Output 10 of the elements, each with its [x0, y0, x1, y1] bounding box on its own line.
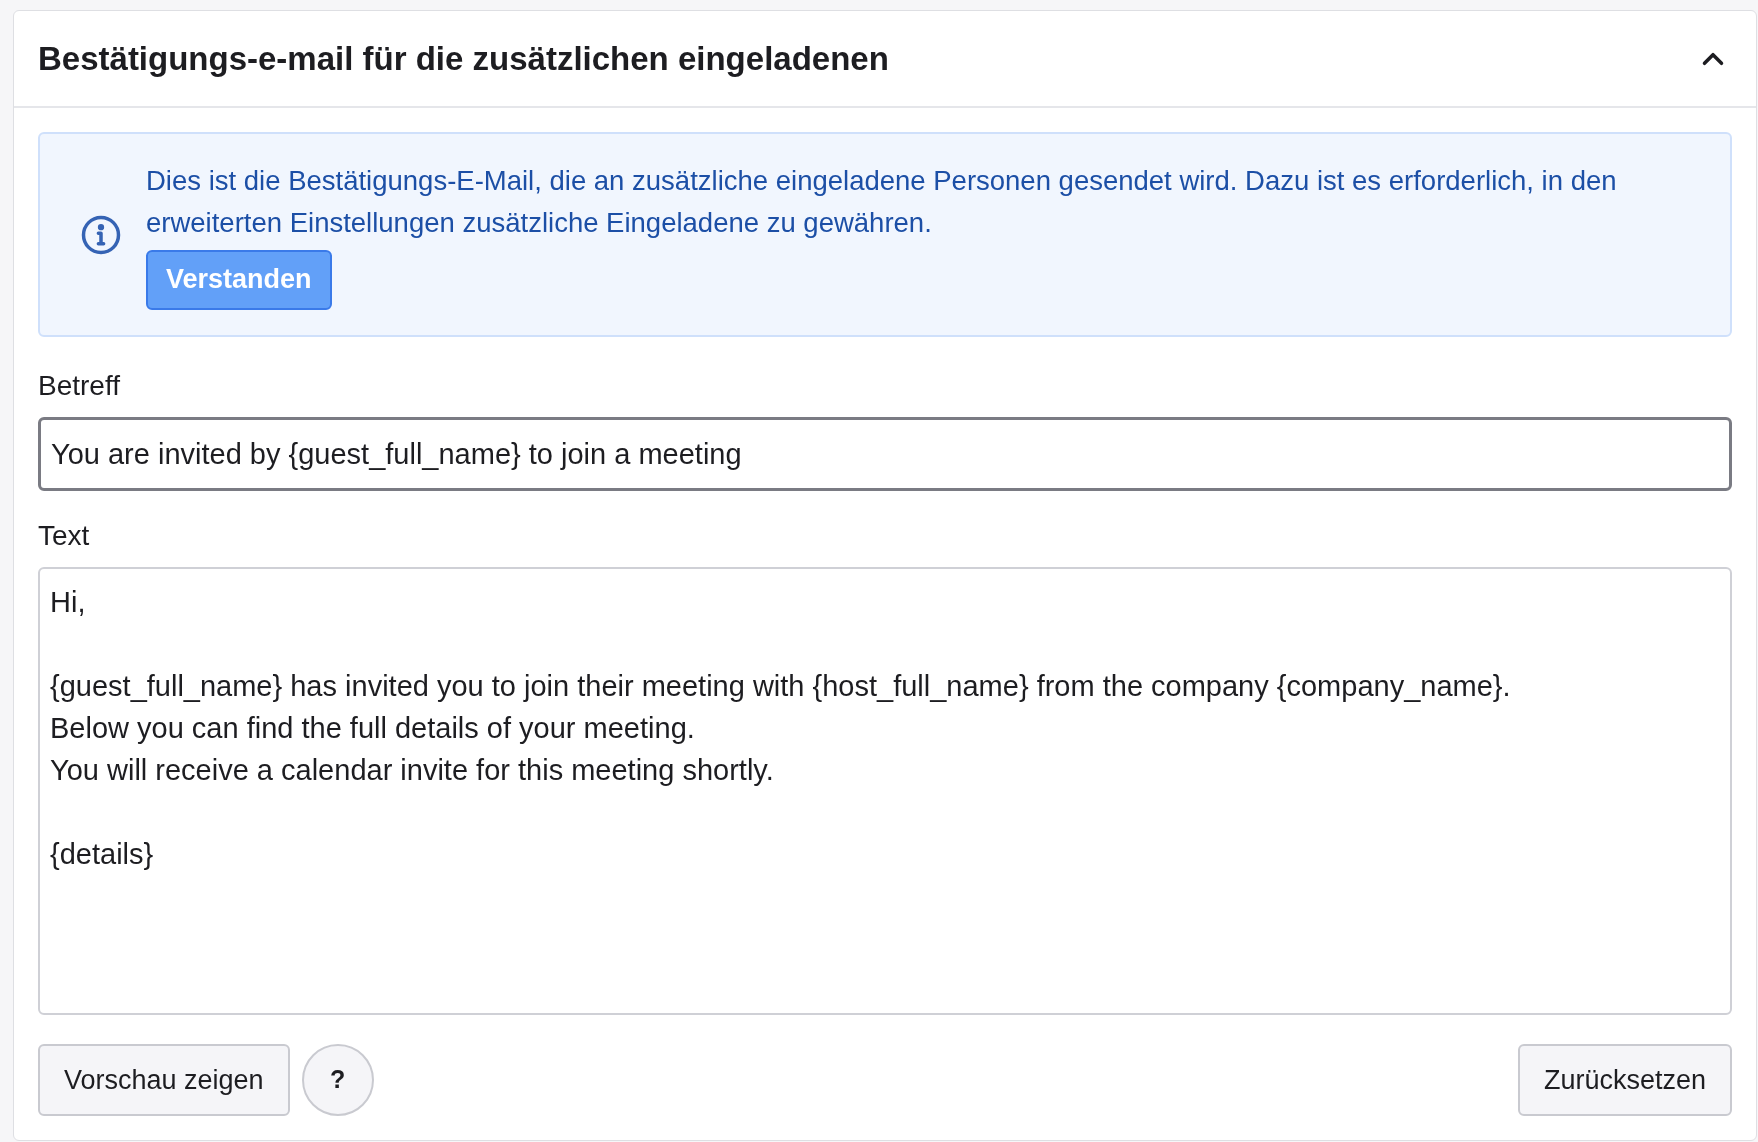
text-label: Text — [38, 519, 90, 553]
panel-title: Bestätigungs-e-mail für die zusätzlichen eingeladenen — [38, 38, 889, 79]
preview-button[interactable]: Vorschau zeigen — [38, 1044, 290, 1116]
info-icon — [80, 213, 122, 256]
help-button[interactable]: ? — [301, 1044, 374, 1116]
message-field[interactable]: Hi, {guest_full_name} has invited you to join their meeting with {host_full_name} from the company {company_name}. Below you can find the full details of your meeting. You will receive a calendar invite for this meeting shortly. {details} — [38, 567, 1732, 1015]
notice-text: Dies ist die Bestätigungs-E-Mail, die an zusätzliche eingeladene Personen gesendet wird. Dazu ist es erforderlich, in den erweiterten Einstellungen zusätzliche Eingeladene zu gewähren. — [146, 163, 1618, 240]
subject-label: Betreff — [38, 369, 120, 403]
subject-field[interactable]: You are invited by {guest_full_name} to join a meeting — [38, 417, 1732, 491]
reset-button[interactable]: Zurücksetzen — [1517, 1044, 1732, 1116]
